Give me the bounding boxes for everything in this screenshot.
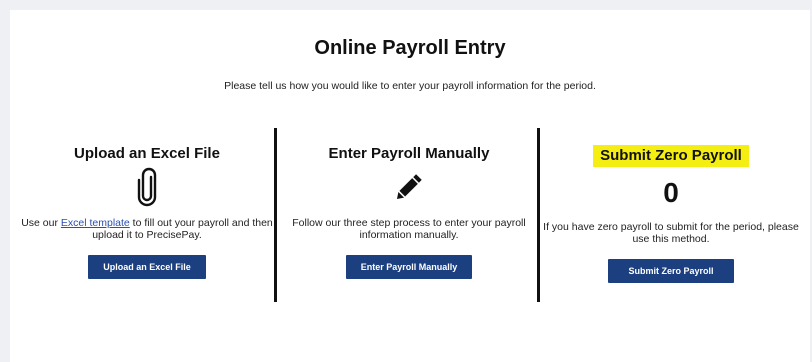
zero-description: If you have zero payroll to submit for t…: [543, 221, 799, 245]
paperclip-icon: [135, 167, 159, 212]
pencil-icon: [391, 169, 427, 210]
enter-manually-button[interactable]: Enter Payroll Manually: [346, 255, 472, 279]
submit-zero-button[interactable]: Submit Zero Payroll: [608, 259, 734, 283]
column-divider: [537, 128, 540, 302]
manual-description: Follow our three step process to enter y…: [292, 217, 526, 241]
upload-heading: Upload an Excel File: [74, 145, 220, 162]
column-divider: [274, 128, 277, 302]
manual-option: Enter Payroll Manually Follow our three …: [280, 138, 538, 279]
payroll-entry-card: Online Payroll Entry Please tell us how …: [10, 10, 810, 362]
zero-payroll-option: Submit Zero Payroll 0 If you have zero p…: [542, 138, 800, 283]
excel-template-link[interactable]: Excel template: [61, 217, 130, 229]
upload-description: Use our Excel template to fill out your …: [21, 217, 273, 241]
manual-heading: Enter Payroll Manually: [328, 145, 490, 162]
upload-excel-button[interactable]: Upload an Excel File: [88, 255, 206, 279]
upload-option: Upload an Excel File Use our Excel templ…: [18, 138, 276, 279]
page-subtitle: Please tell us how you would like to ent…: [224, 80, 596, 92]
zero-payroll-heading: Submit Zero Payroll: [593, 145, 749, 167]
page-title: Online Payroll Entry: [314, 37, 506, 59]
zero-value: 0: [663, 177, 679, 208]
